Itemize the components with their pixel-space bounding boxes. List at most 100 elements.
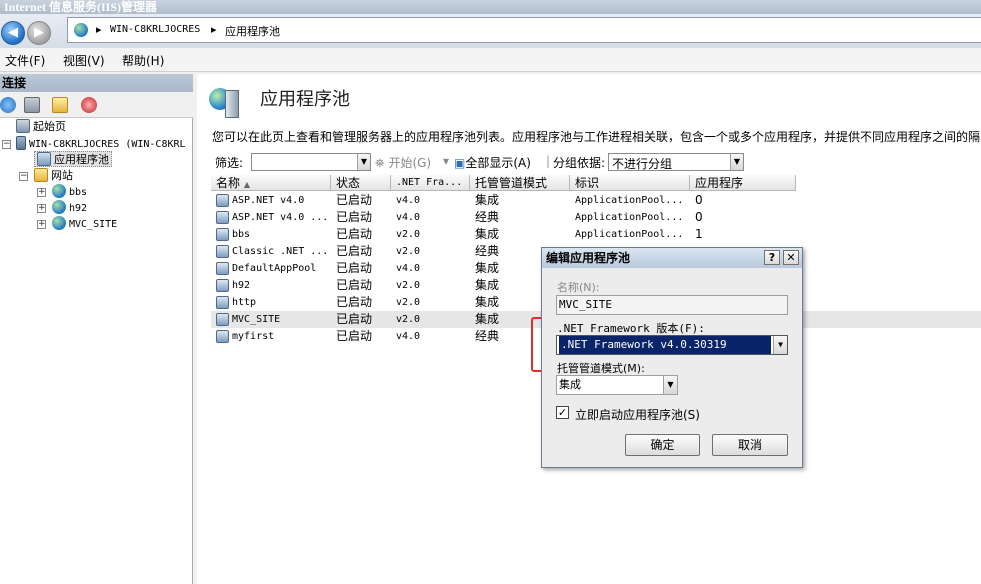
table-row[interactable]: ASP.NET v4.0 已启动 v4.0 集成 ApplicationPool... 0: [211, 192, 981, 209]
app-pool-icon: [216, 313, 229, 326]
cell-net: v2.0: [396, 246, 421, 257]
filter-label: 筛选:: [215, 156, 244, 170]
h92-expand[interactable]: +: [37, 204, 46, 213]
up-icon[interactable]: [52, 97, 68, 113]
column-identity[interactable]: 标识: [570, 175, 690, 191]
autostart-label: 立即启动应用程序池(S): [575, 408, 700, 422]
cell-apps: 1: [695, 227, 703, 241]
address-server[interactable]: WIN-C8KRLJOCRES: [110, 24, 200, 35]
site-icon: [52, 216, 66, 230]
column-pipeline[interactable]: 托管管道模式: [470, 175, 570, 191]
pipeline-label: 托管管道模式(M):: [557, 362, 645, 375]
menu-bar: 文件(F) 视图(V) 帮助(H): [0, 48, 981, 72]
filter-bar: 筛选: ▼ ⛯ 开始(G) ▾ ▣全部显示(A) | 分组依据: 不进行分组 ▼: [211, 151, 981, 173]
tree-server[interactable]: WIN-C8KRLJOCRES (WIN-C8KRL: [14, 136, 186, 152]
table-row[interactable]: ASP.NET v4.0 ... 已启动 v4.0 经典 ApplicationPool…: [211, 209, 981, 226]
server-collapse[interactable]: −: [2, 140, 11, 149]
cell-status: 已启动: [336, 227, 373, 241]
cell-pipeline: 经典: [475, 210, 500, 224]
help-button[interactable]: ?: [764, 250, 780, 265]
menu-file[interactable]: 文件(F): [5, 52, 45, 69]
framework-select[interactable]: .NET Framework v4.0.30319 ▼: [556, 335, 788, 355]
cell-pipeline: 集成: [475, 227, 500, 241]
tree-start-page[interactable]: 起始页: [16, 119, 66, 135]
cell-name: ASP.NET v4.0 ...: [232, 212, 329, 223]
cell-net: v4.0: [396, 263, 421, 274]
start-filter-button[interactable]: ⛯ 开始(G): [375, 154, 431, 171]
cell-name: h92: [232, 280, 251, 291]
app-pool-icon: [216, 245, 229, 258]
chevron-down-icon: ▼: [730, 154, 743, 170]
cell-net: v4.0: [396, 331, 421, 342]
tree-site-mvc[interactable]: MVC_SITE: [52, 216, 117, 232]
chevron-down-icon: ▼: [663, 376, 677, 394]
column-name[interactable]: 名称 ▲: [211, 175, 331, 191]
edit-app-pool-dialog: 编辑应用程序池 ? ✕ 名称(N): MVC_SITE .NET Framewo…: [541, 247, 803, 468]
forward-button[interactable]: ▶: [27, 21, 51, 45]
ok-button[interactable]: 确定: [625, 434, 700, 456]
cell-apps: 0: [695, 210, 703, 224]
mvc-expand[interactable]: +: [37, 220, 46, 229]
cell-name: DefaultAppPool: [232, 263, 317, 274]
app-pool-icon: [216, 228, 229, 241]
connections-toolbar: [0, 92, 193, 118]
filter-input[interactable]: ▼: [251, 153, 371, 171]
cancel-button[interactable]: 取消: [712, 434, 788, 456]
cell-name: MVC_SITE: [232, 314, 281, 325]
back-button[interactable]: ◀: [1, 21, 25, 45]
show-all-button[interactable]: ▣全部显示(A): [454, 154, 531, 171]
cell-status: 已启动: [336, 193, 373, 207]
autostart-checkbox[interactable]: ✓: [556, 406, 569, 419]
tree-app-pools[interactable]: 应用程序池: [34, 151, 112, 167]
server-icon: [74, 23, 88, 37]
cell-net: v2.0: [396, 280, 421, 291]
page-description: 您可以在此页上查看和管理服务器上的应用程序池列表。应用程序池与工作进程相关联，包…: [212, 130, 981, 144]
page-title: 应用程序池: [260, 89, 350, 110]
menu-view[interactable]: 视图(V): [63, 52, 105, 69]
sort-asc-icon: ▲: [243, 180, 250, 189]
show-all-icon: ▣: [454, 156, 466, 170]
cell-name: ASP.NET v4.0: [232, 195, 305, 206]
app-pools-icon: [209, 84, 243, 118]
name-field: MVC_SITE: [556, 295, 788, 315]
column-status[interactable]: 状态: [331, 175, 391, 191]
close-button[interactable]: ✕: [783, 250, 799, 265]
site-icon: [52, 200, 66, 214]
cell-apps: 0: [695, 193, 703, 207]
tree-site-bbs[interactable]: bbs: [52, 184, 87, 200]
cell-status: 已启动: [336, 312, 373, 326]
disconnect-icon[interactable]: [81, 97, 97, 113]
table-row[interactable]: bbs 已启动 v2.0 集成 ApplicationPool... 1: [211, 226, 981, 243]
cell-status: 已启动: [336, 244, 373, 258]
app-pool-icon: [216, 194, 229, 207]
menu-help[interactable]: 帮助(H): [122, 52, 164, 69]
chevron-down-icon: ▼: [357, 154, 370, 170]
cell-net: v2.0: [396, 297, 421, 308]
sites-collapse[interactable]: −: [19, 172, 28, 181]
app-pool-icon: [216, 262, 229, 275]
cell-name: Classic .NET ...: [232, 246, 329, 257]
cell-name: http: [232, 297, 257, 308]
bbs-expand[interactable]: +: [37, 188, 46, 197]
connections-header: 连接: [0, 74, 193, 92]
cell-identity: ApplicationPool...: [575, 195, 684, 206]
chevron-down-icon: ▼: [773, 336, 787, 354]
group-by-select[interactable]: 不进行分组 ▼: [608, 153, 744, 171]
column-net[interactable]: .NET Fra...: [391, 175, 470, 191]
connections-tree: 起始页 − WIN-C8KRLJOCRES (WIN-C8KRL 应用程序池 −…: [0, 118, 193, 584]
cell-status: 已启动: [336, 278, 373, 292]
cell-net: v4.0: [396, 195, 421, 206]
column-apps[interactable]: 应用程序: [690, 175, 796, 191]
pipeline-select[interactable]: 集成 ▼: [556, 375, 678, 395]
site-icon: [52, 184, 66, 198]
connect-icon[interactable]: [0, 97, 16, 113]
cell-identity: ApplicationPool...: [575, 212, 684, 223]
dialog-title: 编辑应用程序池: [542, 248, 802, 268]
address-page[interactable]: 应用程序池: [225, 23, 280, 39]
filter-dropdown-arrow[interactable]: ▾: [443, 154, 449, 168]
tree-sites[interactable]: 网站: [34, 168, 73, 184]
save-icon[interactable]: [24, 97, 40, 113]
tree-site-h92[interactable]: h92: [52, 200, 87, 216]
address-bar[interactable]: ▸ WIN-C8KRLJOCRES ▸ 应用程序池: [67, 17, 981, 43]
binoculars-icon: ⛯: [375, 156, 385, 170]
